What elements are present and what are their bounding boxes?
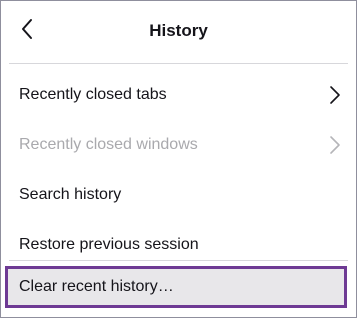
menu-item-search-history[interactable]: Search history (1, 170, 356, 220)
menu-item-label: Recently closed tabs (19, 86, 167, 103)
back-button[interactable] (11, 15, 43, 47)
chevron-left-icon (20, 18, 34, 45)
header-divider (9, 63, 348, 64)
menu-divider (9, 260, 348, 261)
menu-item-label: Clear recent history… (19, 278, 174, 295)
menu-item-recently-closed-windows: Recently closed windows (1, 120, 356, 170)
menu-item-label: Search history (19, 186, 122, 203)
menu-item-restore-previous-session[interactable]: Restore previous session (1, 220, 356, 270)
menu-item-recently-closed-tabs[interactable]: Recently closed tabs (1, 70, 356, 120)
menu-item-label: Recently closed windows (19, 136, 198, 153)
panel-header: History (1, 1, 356, 63)
panel-title: History (149, 21, 208, 40)
menu-item-label: Restore previous session (19, 236, 199, 253)
chevron-right-icon (328, 85, 342, 105)
clear-recent-history-button[interactable]: Clear recent history… (5, 266, 347, 308)
chevron-right-icon (328, 135, 342, 155)
history-panel: History Recently closed tabs Recently cl… (0, 0, 357, 318)
